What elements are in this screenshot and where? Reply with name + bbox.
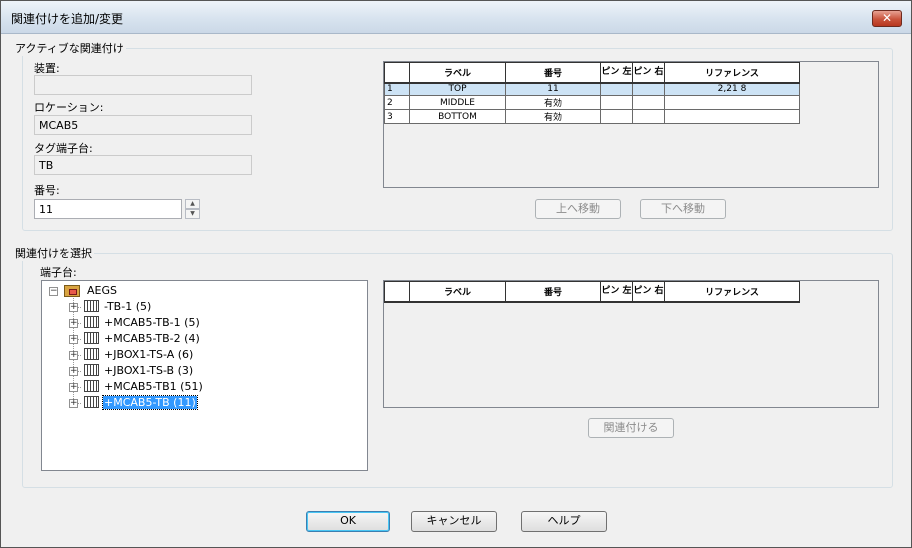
expand-icon[interactable]: + [69, 383, 78, 392]
tree-node[interactable]: + +JBOX1-TS-B (3) [42, 363, 292, 379]
move-up-button[interactable]: 上へ移動 [535, 199, 621, 219]
column-header-pin-left[interactable]: ピン 左 [600, 281, 633, 303]
row-number[interactable]: 3 [384, 109, 410, 124]
cancel-button[interactable]: キャンセル [411, 511, 497, 532]
active-association-table: ラベル 番号 ピン 左 ピン 右 リファレンス 1 TOP 11 2,21 8 … [384, 62, 800, 124]
associate-button[interactable]: 関連付ける [588, 418, 674, 438]
tree-node-label: +JBOX1-TS-A (6) [104, 348, 194, 361]
device-field [34, 75, 252, 95]
terminal-strip-icon [84, 380, 99, 392]
close-icon: ✕ [881, 11, 893, 25]
cell-pin-left[interactable] [600, 109, 633, 124]
corner-header [384, 281, 410, 303]
location-label: ロケーション: [34, 101, 104, 114]
cell-pin-right[interactable] [632, 109, 665, 124]
expand-icon[interactable]: + [69, 367, 78, 376]
expand-icon[interactable]: + [69, 303, 78, 312]
terminal-strip-icon [84, 332, 99, 344]
column-header-number[interactable]: 番号 [505, 281, 601, 303]
cell-pin-right[interactable] [632, 82, 665, 96]
terminal-strip-tree[interactable]: − AEGS + -TB-1 (5) + +MCAB5-TB-1 (5) + +… [41, 280, 368, 471]
select-association-legend: 関連付けを選択 [13, 245, 94, 261]
selection-table: ラベル 番号 ピン 左 ピン 右 リファレンス [384, 281, 800, 303]
cell-pin-right[interactable] [632, 95, 665, 110]
expand-icon[interactable]: + [69, 319, 78, 328]
column-header-reference[interactable]: リファレンス [664, 281, 800, 303]
terminal-strip-icon [84, 348, 99, 360]
tree-node-label: +MCAB5-TB-1 (5) [104, 316, 200, 329]
tree-node-label: -TB-1 (5) [104, 300, 152, 313]
number-label: 番号: [34, 184, 60, 197]
active-association-legend: アクティブな関連付け [13, 40, 126, 56]
number-spinner: ▲ ▼ [185, 199, 200, 219]
cell-reference[interactable] [664, 109, 800, 124]
tree-node-selected[interactable]: + +MCAB5-TB (11) [42, 395, 292, 411]
title-bar[interactable]: 関連付けを追加/変更 ✕ [1, 1, 911, 34]
cell-reference[interactable]: 2,21 8 [664, 82, 800, 96]
active-association-grid[interactable]: ラベル 番号 ピン 左 ピン 右 リファレンス 1 TOP 11 2,21 8 … [383, 61, 879, 188]
table-row[interactable]: 1 TOP 11 2,21 8 [384, 82, 800, 96]
table-header-row: ラベル 番号 ピン 左 ピン 右 リファレンス [384, 281, 800, 303]
help-button[interactable]: ヘルプ [521, 511, 607, 532]
move-down-button[interactable]: 下へ移動 [640, 199, 726, 219]
tree-root-node[interactable]: − AEGS [42, 283, 162, 299]
cell-label[interactable]: MIDDLE [409, 95, 506, 110]
tree-node[interactable]: + +MCAB5-TB-2 (4) [42, 331, 292, 347]
number-input[interactable]: 11 [34, 199, 182, 219]
cell-reference[interactable] [664, 95, 800, 110]
spin-up-icon[interactable]: ▲ [185, 199, 200, 209]
tree-node[interactable]: + -TB-1 (5) [42, 299, 292, 315]
column-header-reference[interactable]: リファレンス [664, 62, 800, 84]
expand-icon[interactable]: + [69, 399, 78, 408]
table-row[interactable]: 2 MIDDLE 有効 [384, 95, 800, 110]
tag-strip-label: タグ端子台: [34, 142, 93, 155]
terminal-strip-label: 端子台: [40, 266, 77, 279]
device-label: 装置: [34, 62, 60, 75]
cell-number[interactable]: 有効 [505, 109, 601, 124]
terminal-strip-icon [84, 316, 99, 328]
table-row[interactable]: 3 BOTTOM 有効 [384, 109, 800, 124]
column-header-label[interactable]: ラベル [409, 62, 506, 84]
cell-pin-left[interactable] [600, 82, 633, 96]
location-field: MCAB5 [34, 115, 252, 135]
tree-node-label: +MCAB5-TB-2 (4) [104, 332, 200, 345]
dialog-window: 関連付けを追加/変更 ✕ アクティブな関連付け 装置: ロケーション: MCAB… [0, 0, 912, 548]
cell-label[interactable]: TOP [409, 82, 506, 96]
expand-icon[interactable]: + [69, 335, 78, 344]
tree-node-label: +JBOX1-TS-B (3) [104, 364, 194, 377]
selection-grid[interactable]: ラベル 番号 ピン 左 ピン 右 リファレンス [383, 280, 879, 408]
collapse-icon[interactable]: − [49, 287, 58, 296]
cell-number[interactable]: 11 [505, 82, 601, 96]
tag-strip-field: TB [34, 155, 252, 175]
ok-button[interactable]: OK [306, 511, 390, 532]
spin-down-icon[interactable]: ▼ [185, 209, 200, 219]
cell-label[interactable]: BOTTOM [409, 109, 506, 124]
column-header-pin-left[interactable]: ピン 左 [600, 62, 633, 84]
terminal-strip-icon [84, 364, 99, 376]
tree-node[interactable]: + +MCAB5-TB-1 (5) [42, 315, 292, 331]
terminal-group-icon [64, 285, 80, 297]
column-header-pin-right[interactable]: ピン 右 [632, 62, 665, 84]
tree-root-label: AEGS [87, 284, 117, 297]
terminal-strip-icon [84, 300, 99, 312]
tree-node-label: +MCAB5-TB1 (51) [104, 380, 203, 393]
terminal-strip-icon [84, 396, 99, 408]
column-header-pin-right[interactable]: ピン 右 [632, 281, 665, 303]
cell-number[interactable]: 有効 [505, 95, 601, 110]
close-button[interactable]: ✕ [872, 10, 902, 27]
tree-node-label: +MCAB5-TB (11) [102, 395, 198, 410]
tree-node[interactable]: + +MCAB5-TB1 (51) [42, 379, 292, 395]
window-title: 関連付けを追加/変更 [11, 12, 124, 26]
row-number[interactable]: 1 [384, 82, 410, 96]
column-header-number[interactable]: 番号 [505, 62, 601, 84]
cell-pin-left[interactable] [600, 95, 633, 110]
table-header-row: ラベル 番号 ピン 左 ピン 右 リファレンス [384, 62, 800, 84]
column-header-label[interactable]: ラベル [409, 281, 506, 303]
expand-icon[interactable]: + [69, 351, 78, 360]
tree-node[interactable]: + +JBOX1-TS-A (6) [42, 347, 292, 363]
corner-header [384, 62, 410, 84]
row-number[interactable]: 2 [384, 95, 410, 110]
